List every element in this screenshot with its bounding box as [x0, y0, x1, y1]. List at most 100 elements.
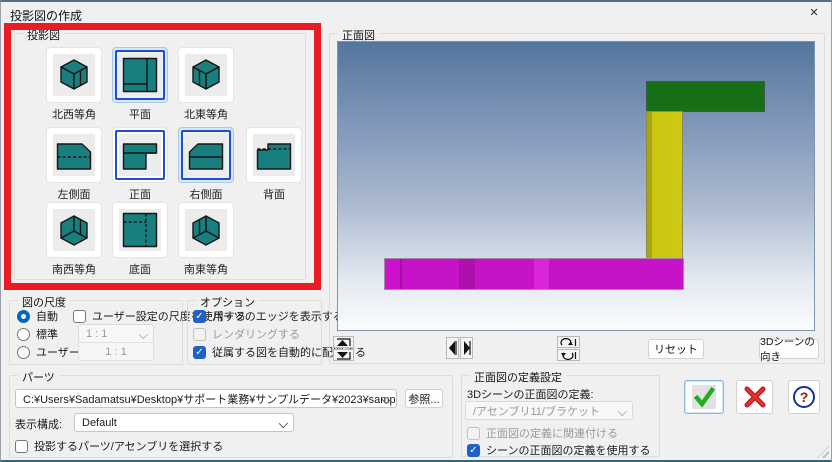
right-view-icon [185, 134, 227, 176]
check-icon: ✓ [195, 311, 203, 322]
rotate-cw-icon [559, 338, 578, 347]
cancel-button[interactable] [736, 380, 773, 414]
proj-cell-nw: 北西等角 [45, 47, 103, 122]
chevron-down-icon [618, 407, 627, 416]
link-front-def-label: 正面図の定義に関連付ける [486, 425, 618, 441]
proj-label-bottom: 底面 [129, 261, 151, 277]
title-bar: 投影図の作成 × [1, 2, 831, 24]
preview-shape-magenta [384, 258, 684, 290]
proj-button-right[interactable] [178, 127, 234, 183]
back-view-icon [253, 134, 295, 176]
rendering-label: レンダリングする [212, 326, 300, 342]
proj-button-ne-iso[interactable] [178, 47, 234, 103]
close-icon[interactable]: × [805, 4, 823, 22]
proj-label-back: 背面 [263, 186, 285, 202]
scene-orientation-label: 3Dシーンの向き [760, 334, 818, 364]
help-button[interactable]: ? [788, 380, 820, 414]
preview-viewport[interactable] [337, 41, 815, 331]
show-edges-checkbox[interactable]: ✓ [193, 310, 206, 323]
proj-cell-front: 正面 [111, 127, 169, 202]
help-icon: ? [793, 386, 815, 408]
parts-group-label: パーツ [18, 369, 59, 385]
chevron-down-icon [139, 330, 148, 339]
proj-label-se: 南東等角 [184, 261, 228, 277]
iso-nw-icon [53, 54, 95, 96]
user-scale-input[interactable]: 1 : 1 [78, 342, 154, 361]
proj-label-sw: 南西等角 [52, 261, 96, 277]
cancel-x-icon [743, 385, 767, 409]
rotate-left-button[interactable] [446, 337, 459, 359]
select-parts-checkbox[interactable] [15, 440, 28, 453]
scene-def-label: 3Dシーンの正面図の定義: [467, 386, 594, 402]
iso-se-icon [185, 209, 227, 251]
display-config-select[interactable]: Default [74, 413, 294, 432]
proj-button-bottom[interactable] [112, 202, 168, 258]
proj-button-sw-iso[interactable] [46, 202, 102, 258]
scale-standard-radio[interactable] [17, 328, 30, 341]
flip-up-icon [335, 338, 352, 347]
proj-cell-left: 左側面 [45, 127, 103, 202]
standard-scale-value: 1 : 1 [86, 328, 107, 340]
use-scene-def-checkbox[interactable]: ✓ [467, 444, 480, 457]
link-front-def-checkbox[interactable] [467, 427, 480, 440]
scene-def-value: /アセンブリ11/ブラケット [473, 403, 600, 419]
proj-cell-right: 右側面 [177, 127, 235, 202]
iso-ne-icon [185, 54, 227, 96]
select-parts-label: 投影するパーツ/アセンブリを選択する [34, 438, 223, 454]
rotate-ccw-icon [559, 351, 578, 360]
rotate-down-button[interactable] [333, 349, 354, 361]
projection-dialog: 投影図の作成 × 投影図 北西等角 [0, 0, 832, 462]
front-view-icon [119, 134, 161, 176]
preview-shape-yellow [646, 111, 683, 259]
ok-button[interactable] [684, 380, 724, 414]
proj-label-front: 正面 [129, 186, 151, 202]
standard-scale-select[interactable]: 1 : 1 [78, 324, 154, 343]
iso-sw-icon [53, 209, 95, 251]
scale-auto-label: 自動 [36, 308, 58, 324]
reset-button[interactable]: リセット [648, 339, 704, 359]
browse-button[interactable]: 参照... [405, 389, 443, 408]
rotate-ccw-button[interactable] [557, 349, 580, 361]
rotate-cw-button[interactable] [557, 336, 580, 348]
flip-down-icon [335, 351, 352, 360]
scale-user-radio[interactable] [17, 346, 30, 359]
auto-place-checkbox[interactable]: ✓ [193, 346, 206, 359]
check-icon: ✓ [469, 445, 477, 456]
chevron-down-icon [279, 419, 288, 428]
proj-cell-se: 南東等角 [177, 202, 235, 277]
use-scene-def-label: シーンの正面図の定義を使用する [486, 442, 650, 458]
use-user-scale-checkbox[interactable] [73, 310, 86, 323]
proj-button-left[interactable] [46, 127, 102, 183]
user-scale-value: 1 : 1 [105, 346, 126, 358]
resize-grip[interactable] [817, 446, 829, 458]
parts-path-value: C:¥Users¥Sadamatsu¥Desktop¥サポート業務¥サンプルデー… [23, 391, 397, 407]
scale-auto-radio[interactable] [17, 310, 30, 323]
proj-label-left: 左側面 [58, 186, 91, 202]
proj-label-nw: 北西等角 [52, 106, 96, 122]
rotate-right-button[interactable] [460, 337, 473, 359]
display-config-label: 表示構成: [15, 416, 62, 432]
proj-cell-bottom: 底面 [111, 202, 169, 277]
proj-button-nw-iso[interactable] [46, 47, 102, 103]
display-config-value: Default [82, 417, 117, 429]
proj-label-right: 右側面 [190, 186, 223, 202]
proj-button-front[interactable] [112, 127, 168, 183]
left-view-icon [53, 134, 95, 176]
scale-standard-label: 標準 [36, 326, 58, 342]
proj-button-back[interactable] [246, 127, 302, 183]
rotate-up-button[interactable] [333, 336, 354, 348]
parts-path-combobox[interactable]: C:¥Users¥Sadamatsu¥Desktop¥サポート業務¥サンプルデー… [15, 389, 397, 408]
scene-orientation-button[interactable]: 3Dシーンの向き [759, 339, 819, 359]
proj-cell-ne: 北東等角 [177, 47, 235, 122]
proj-button-se-iso[interactable] [178, 202, 234, 258]
flip-left-icon [448, 339, 457, 357]
front-definition-group-label: 正面図の定義設定 [470, 369, 566, 385]
check-icon: ✓ [195, 347, 203, 358]
reset-button-label: リセット [654, 341, 698, 357]
proj-cell-back: 背面 [245, 127, 303, 202]
rendering-checkbox[interactable] [193, 328, 206, 341]
scene-def-select[interactable]: /アセンブリ11/ブラケット [465, 401, 633, 420]
proj-label-ne: 北東等角 [184, 106, 228, 122]
proj-cell-sw: 南西等角 [45, 202, 103, 277]
proj-button-top[interactable] [112, 47, 168, 103]
